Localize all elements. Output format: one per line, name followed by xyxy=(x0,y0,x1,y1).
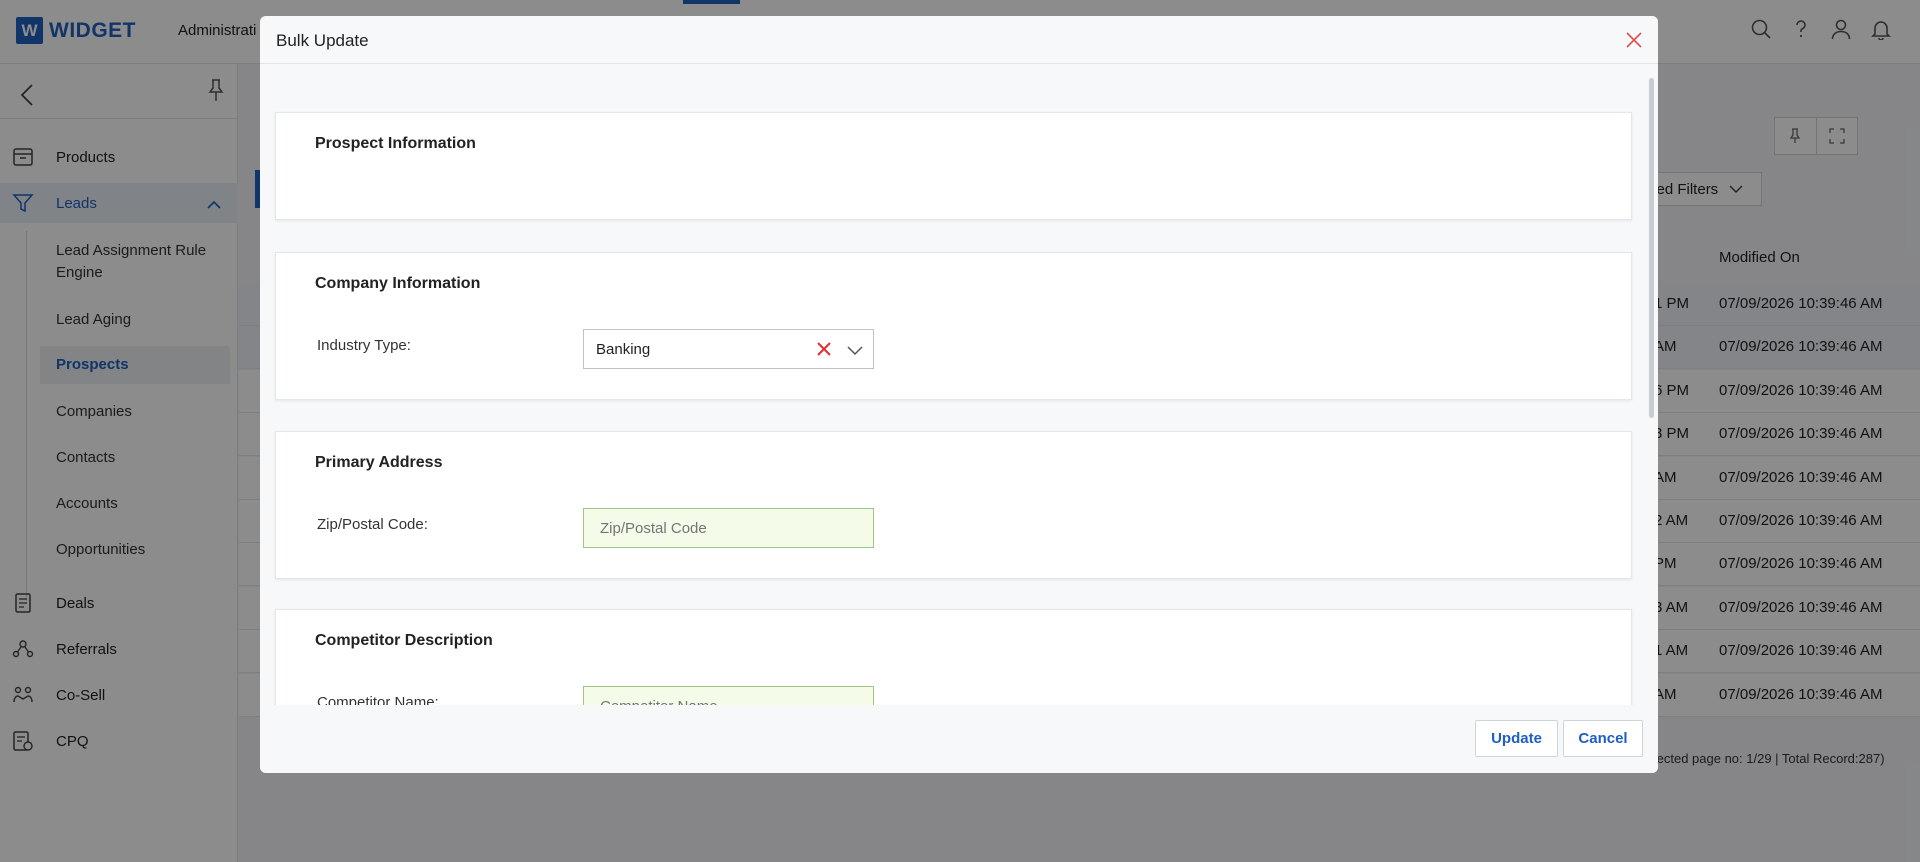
modal-body[interactable]: Prospect Information Company Information… xyxy=(260,65,1658,705)
close-icon[interactable] xyxy=(1624,30,1644,50)
section-primary-address: Primary Address Zip/Postal Code: xyxy=(275,431,1632,579)
modal-title: Bulk Update xyxy=(276,31,369,50)
industry-type-select[interactable]: Banking xyxy=(583,329,874,369)
zip-postal-code-input[interactable] xyxy=(583,508,874,548)
modal-header: Bulk Update xyxy=(260,16,1658,64)
section-title: Primary Address xyxy=(315,454,443,471)
modal-scrollbar[interactable] xyxy=(1649,78,1654,418)
update-button[interactable]: Update xyxy=(1475,720,1558,757)
industry-type-label: Industry Type: xyxy=(317,337,411,354)
section-title: Company Information xyxy=(315,275,481,292)
section-company-information: Company Information Industry Type: Banki… xyxy=(275,252,1632,400)
section-title: Prospect Information xyxy=(315,135,476,152)
industry-type-value: Banking xyxy=(596,340,651,358)
competitor-name-input[interactable] xyxy=(583,686,874,705)
competitor-name-label: Competitor Name: xyxy=(317,694,439,705)
chevron-down-icon[interactable] xyxy=(847,342,863,358)
section-title: Competitor Description xyxy=(315,632,493,649)
section-competitor-description: Competitor Description Competitor Name: xyxy=(275,609,1632,705)
zip-postal-code-label: Zip/Postal Code: xyxy=(317,516,428,533)
bulk-update-modal: Bulk Update Prospect Information Company… xyxy=(260,16,1658,773)
clear-icon[interactable] xyxy=(816,341,832,357)
cancel-button[interactable]: Cancel xyxy=(1563,720,1643,757)
section-prospect-information: Prospect Information xyxy=(275,112,1632,220)
modal-footer xyxy=(260,705,1658,773)
